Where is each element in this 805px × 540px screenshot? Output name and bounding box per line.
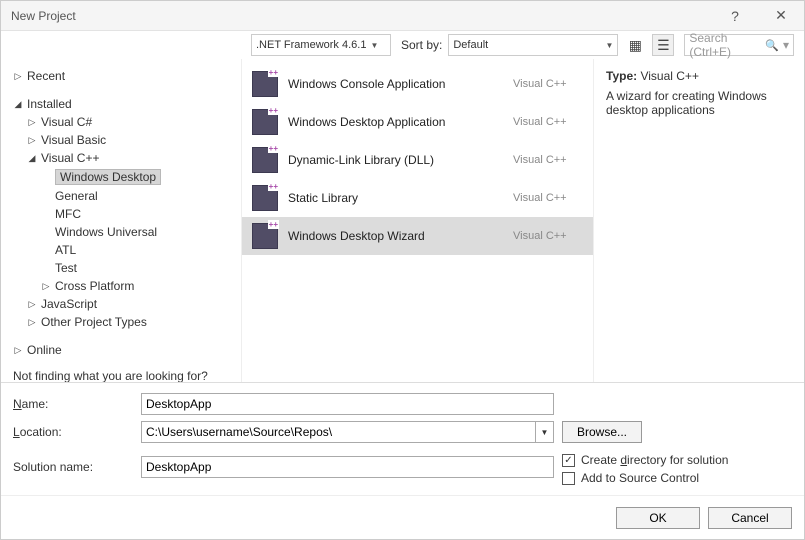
template-lang: Visual C++ — [513, 192, 583, 204]
template-row[interactable]: Dynamic-Link Library (DLL) Visual C++ — [242, 141, 593, 179]
template-lang: Visual C++ — [513, 154, 583, 166]
chevron-down-icon: ▼ — [605, 41, 613, 50]
template-icon — [252, 147, 278, 173]
location-dropdown[interactable]: ▼ — [536, 421, 554, 443]
tree-atl[interactable]: ATL — [13, 241, 229, 259]
detail-description: A wizard for creating Windows desktop ap… — [606, 89, 792, 117]
template-lang: Visual C++ — [513, 116, 583, 128]
detail-type-value: Visual C++ — [640, 69, 698, 83]
name-label: Name: — [13, 397, 133, 411]
sort-value: Default — [453, 39, 488, 51]
template-lang: Visual C++ — [513, 230, 583, 242]
name-input[interactable] — [141, 393, 554, 415]
template-row[interactable]: Windows Console Application Visual C++ — [242, 65, 593, 103]
create-directory-checkbox[interactable]: ✓ Create directory for solution — [562, 453, 792, 467]
template-icon — [252, 223, 278, 249]
template-icon — [252, 71, 278, 97]
toolbar: .NET Framework 4.6.1 ▼ Sort by: Default … — [1, 31, 804, 59]
tree-online[interactable]: ▷Online — [13, 341, 229, 359]
checkbox-icon — [562, 472, 575, 485]
chevron-down-icon: ▾ — [783, 38, 789, 52]
title-bar: New Project ? ✕ — [1, 1, 804, 31]
location-input[interactable] — [141, 421, 536, 443]
tree-recent[interactable]: ▷Recent — [13, 67, 229, 85]
template-row[interactable]: Windows Desktop Wizard Visual C++ — [242, 217, 593, 255]
tree-csharp[interactable]: ▷Visual C# — [13, 113, 229, 131]
template-icon — [252, 109, 278, 135]
template-name: Static Library — [288, 191, 503, 205]
window-title: New Project — [11, 9, 76, 23]
template-name: Windows Desktop Application — [288, 115, 503, 129]
browse-button[interactable]: Browse... — [562, 421, 642, 443]
dialog-footer: OK Cancel — [1, 495, 804, 539]
solution-name-input[interactable] — [141, 456, 554, 478]
tree-general[interactable]: General — [13, 187, 229, 205]
template-icon — [252, 185, 278, 211]
template-list: Windows Console ApplicationVisual C++Win… — [241, 59, 594, 382]
tree-js[interactable]: ▷JavaScript — [13, 295, 229, 313]
template-name: Windows Console Application — [288, 77, 503, 91]
tree-vcpp[interactable]: ◢Visual C++ — [13, 149, 229, 167]
search-placeholder: Search (Ctrl+E) — [689, 31, 765, 59]
template-name: Windows Desktop Wizard — [288, 229, 503, 243]
chevron-down-icon: ▼ — [370, 41, 378, 50]
tree-win-universal[interactable]: Windows Universal — [13, 223, 229, 241]
tree-windows-desktop[interactable]: Windows Desktop — [13, 167, 229, 187]
tree-test[interactable]: Test — [13, 259, 229, 277]
not-finding-label: Not finding what you are looking for? — [13, 369, 229, 382]
tree-mfc[interactable]: MFC — [13, 205, 229, 223]
cancel-button[interactable]: Cancel — [708, 507, 792, 529]
view-details-button[interactable]: ☰ — [652, 34, 674, 56]
sort-label: Sort by: — [401, 38, 442, 52]
project-form: Name: Location: ▼ Browse... Solution nam… — [1, 382, 804, 495]
tree-vb[interactable]: ▷Visual Basic — [13, 131, 229, 149]
tree-installed[interactable]: ◢Installed — [13, 95, 229, 113]
search-input[interactable]: Search (Ctrl+E) 🔍 ▾ — [684, 34, 794, 56]
template-row[interactable]: Windows Desktop Application Visual C++ — [242, 103, 593, 141]
solution-name-label: Solution name: — [13, 460, 133, 474]
help-button[interactable]: ? — [712, 1, 758, 31]
template-detail: Type: Visual C++ A wizard for creating W… — [594, 59, 804, 382]
template-name: Dynamic-Link Library (DLL) — [288, 153, 503, 167]
detail-type-label: Type: — [606, 69, 637, 83]
search-icon: 🔍 — [765, 39, 779, 52]
source-control-checkbox[interactable]: Add to Source Control — [562, 471, 792, 485]
new-project-dialog: New Project ? ✕ .NET Framework 4.6.1 ▼ S… — [0, 0, 805, 540]
view-small-icons-button[interactable]: ▦ — [624, 34, 646, 56]
tree-other[interactable]: ▷Other Project Types — [13, 313, 229, 331]
framework-dropdown[interactable]: .NET Framework 4.6.1 ▼ — [251, 34, 391, 56]
checkbox-icon: ✓ — [562, 454, 575, 467]
category-tree: ▷Recent ◢Installed ▷Visual C# ▷Visual Ba… — [1, 59, 241, 382]
tree-cross-platform[interactable]: ▷Cross Platform — [13, 277, 229, 295]
sort-dropdown[interactable]: Default ▼ — [448, 34, 618, 56]
dialog-body: ▷Recent ◢Installed ▷Visual C# ▷Visual Ba… — [1, 59, 804, 382]
template-lang: Visual C++ — [513, 78, 583, 90]
location-label: Location: — [13, 425, 133, 439]
framework-value: .NET Framework 4.6.1 — [256, 39, 366, 51]
close-button[interactable]: ✕ — [758, 1, 804, 31]
ok-button[interactable]: OK — [616, 507, 700, 529]
template-row[interactable]: Static Library Visual C++ — [242, 179, 593, 217]
